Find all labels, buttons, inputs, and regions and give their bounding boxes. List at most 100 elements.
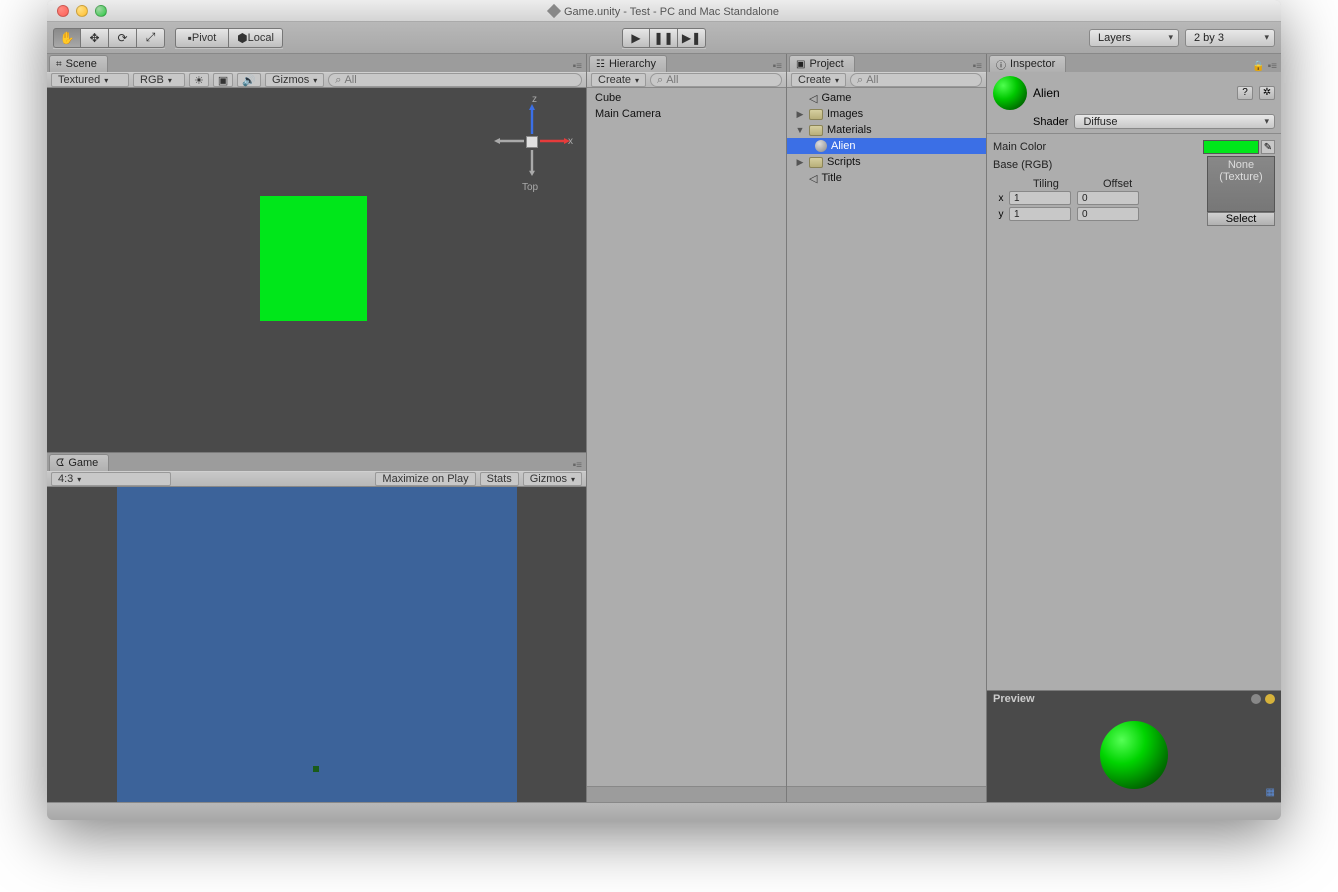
game-tab[interactable]: ᗧGame (49, 454, 109, 471)
gizmo-center[interactable] (526, 136, 538, 148)
project-panel-menu[interactable]: ▪≡ (973, 61, 986, 72)
stats-toggle[interactable]: Stats (480, 472, 519, 486)
project-tab[interactable]: ▣Project (789, 55, 855, 72)
material-icon (815, 140, 827, 152)
project-search-input[interactable]: All (850, 73, 982, 87)
hierarchy-item-cube[interactable]: Cube (587, 90, 786, 106)
scene-file-icon (809, 172, 817, 185)
folder-icon (809, 109, 823, 120)
zoom-window-button[interactable] (95, 5, 107, 17)
shader-dropdown[interactable]: Diffuse (1074, 114, 1275, 129)
shader-label: Shader (1033, 116, 1068, 128)
project-item-scripts[interactable]: ▶Scripts (787, 154, 986, 170)
orientation-gizmo[interactable]: z x Top (492, 96, 572, 196)
folder-icon (809, 125, 823, 136)
tiling-y-input[interactable] (1009, 207, 1071, 221)
gizmo-neg-x-axis[interactable] (494, 138, 524, 144)
hierarchy-icon: ☷ (596, 59, 605, 70)
game-object (313, 766, 319, 772)
preview-panel: Preview ▦ (987, 690, 1281, 802)
scene-lighting-toggle[interactable]: ☀ (189, 73, 209, 87)
preview-viewport[interactable]: ▦ (987, 707, 1281, 802)
hand-tool-button[interactable]: ✋ (53, 28, 81, 48)
hierarchy-tab[interactable]: ☷Hierarchy (589, 55, 667, 72)
preview-label: Preview (993, 693, 1035, 705)
project-item-game[interactable]: Game (787, 90, 986, 106)
window-title: Game.unity - Test - PC and Mac Standalon… (47, 4, 1281, 18)
hierarchy-scrollbar[interactable] (587, 786, 786, 802)
eyedropper-button[interactable]: ✎ (1261, 140, 1275, 154)
scene-skybox-toggle[interactable]: ▣ (213, 73, 233, 87)
project-panel: ▣Project ▪≡ Create All Game ▶Images ▼Mat… (787, 54, 987, 802)
layout-dropdown[interactable]: 2 by 3 (1185, 29, 1275, 47)
tiling-x-input[interactable] (1009, 191, 1071, 205)
preview-light-toggle[interactable] (1251, 694, 1261, 704)
scene-render-dropdown[interactable]: RGB (133, 73, 185, 87)
hierarchy-create-dropdown[interactable]: Create (591, 73, 646, 87)
hierarchy-item-main-camera[interactable]: Main Camera (587, 106, 786, 122)
material-preview-icon (993, 76, 1027, 110)
project-create-dropdown[interactable]: Create (791, 73, 846, 87)
app-window: Game.unity - Test - PC and Mac Standalon… (47, 0, 1281, 820)
scene-panel: ⌗Scene ▪≡ Textured RGB ☀ ▣ 🔊 Gizmos All … (47, 54, 586, 452)
offset-y-input[interactable] (1077, 207, 1139, 221)
pause-button[interactable]: ❚❚ (650, 28, 678, 48)
context-menu-button[interactable]: ✲ (1259, 86, 1275, 100)
project-scrollbar[interactable] (787, 786, 986, 802)
rotate-tool-button[interactable]: ⟳ (109, 28, 137, 48)
scene-file-icon (809, 92, 817, 105)
game-gizmos-dropdown[interactable]: Gizmos (523, 472, 582, 486)
scene-audio-toggle[interactable]: 🔊 (237, 73, 261, 87)
scene-icon: ⌗ (56, 59, 62, 70)
local-toggle-button[interactable]: ⬢ Local (229, 28, 283, 48)
gizmo-x-axis[interactable] (540, 138, 570, 144)
help-button[interactable]: ? (1237, 86, 1253, 100)
scene-tab[interactable]: ⌗Scene (49, 55, 108, 72)
gizmo-neg-y-axis[interactable] (529, 150, 535, 176)
game-panel-menu[interactable]: ▪≡ (573, 460, 586, 471)
maximize-on-play-toggle[interactable]: Maximize on Play (375, 472, 475, 486)
main-color-swatch[interactable] (1203, 140, 1259, 154)
status-bar (47, 802, 1281, 820)
play-button[interactable]: ▶ (622, 28, 650, 48)
preview-sphere (1100, 721, 1168, 789)
texture-select-button[interactable]: Select (1207, 212, 1275, 226)
game-viewport[interactable] (47, 487, 586, 802)
hierarchy-panel-menu[interactable]: ▪≡ (773, 61, 786, 72)
offset-x-input[interactable] (1077, 191, 1139, 205)
game-panel: ᗧGame ▪≡ 4:3 Maximize on Play Stats Gizm… (47, 452, 586, 802)
scene-shading-dropdown[interactable]: Textured (51, 73, 129, 87)
close-window-button[interactable] (57, 5, 69, 17)
scale-tool-button[interactable]: ⤢ (137, 28, 165, 48)
inspector-tab[interactable]: ⓘInspector (989, 55, 1066, 72)
project-icon: ▣ (796, 59, 805, 70)
scene-gizmos-dropdown[interactable]: Gizmos (265, 73, 324, 87)
project-item-title[interactable]: Title (787, 170, 986, 186)
scene-object-cube[interactable] (260, 196, 367, 321)
hierarchy-search-input[interactable]: All (650, 73, 782, 87)
unity-icon (547, 3, 561, 17)
project-item-images[interactable]: ▶Images (787, 106, 986, 122)
preview-options-button[interactable]: ▦ (1266, 787, 1275, 798)
inspector-icon: ⓘ (996, 57, 1006, 72)
texture-slot[interactable]: None (Texture) (1207, 156, 1275, 212)
inspector-panel-menu[interactable]: 🔒 ▪≡ (1252, 61, 1281, 72)
move-tool-button[interactable]: ✥ (81, 28, 109, 48)
main-color-label: Main Color (993, 141, 1085, 153)
gizmo-z-axis[interactable] (529, 104, 535, 134)
pivot-toggle-button[interactable]: ▪ Pivot (175, 28, 229, 48)
preview-color-toggle[interactable] (1265, 694, 1275, 704)
project-item-materials[interactable]: ▼Materials (787, 122, 986, 138)
step-button[interactable]: ▶❚ (678, 28, 706, 48)
titlebar: Game.unity - Test - PC and Mac Standalon… (47, 0, 1281, 22)
layers-dropdown[interactable]: Layers (1089, 29, 1179, 47)
scene-viewport[interactable]: z x Top (47, 88, 586, 452)
scene-panel-menu[interactable]: ▪≡ (573, 61, 586, 72)
project-item-alien[interactable]: Alien (787, 138, 986, 154)
scene-search-input[interactable]: All (328, 73, 582, 87)
base-rgb-label: Base (RGB) (993, 159, 1085, 171)
minimize-window-button[interactable] (76, 5, 88, 17)
tiling-header: Tiling (1013, 178, 1083, 190)
game-aspect-dropdown[interactable]: 4:3 (51, 472, 171, 486)
material-name-label: Alien (1033, 86, 1231, 100)
